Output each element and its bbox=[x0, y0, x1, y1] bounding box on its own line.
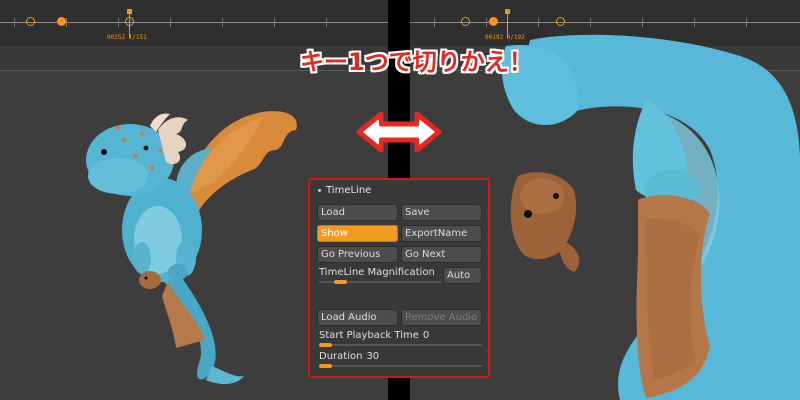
slider-value: 0 bbox=[422, 330, 430, 341]
duration-slider[interactable]: Duration 30 bbox=[317, 351, 482, 368]
slider-label: Start Playback Time 0 bbox=[319, 330, 430, 341]
export-name-button[interactable]: ExportName bbox=[401, 225, 482, 242]
timeline-panel: TimeLine Load Save Show ExportName Go Pr… bbox=[308, 178, 490, 378]
timeline-magnification-slider[interactable]: TimeLine Magnification bbox=[317, 267, 441, 284]
panel-title[interactable]: TimeLine bbox=[326, 185, 371, 196]
collapse-icon[interactable] bbox=[318, 189, 321, 192]
slider-rail bbox=[319, 344, 482, 346]
go-previous-button[interactable]: Go Previous bbox=[317, 246, 398, 263]
slider-value: 30 bbox=[366, 351, 380, 362]
annotation-caption: キー1つで切りかえ！ bbox=[300, 48, 533, 76]
slider-label: Duration 30 bbox=[319, 351, 380, 362]
double-arrow-icon bbox=[356, 111, 442, 153]
start-playback-time-slider[interactable]: Start Playback Time 0 bbox=[317, 330, 482, 347]
slider-knob[interactable] bbox=[319, 343, 332, 347]
auto-button[interactable]: Auto bbox=[443, 267, 482, 284]
save-button[interactable]: Save bbox=[401, 204, 482, 221]
slider-rail bbox=[319, 365, 482, 367]
slider-label: TimeLine Magnification bbox=[319, 267, 435, 278]
slider-knob[interactable] bbox=[319, 364, 332, 368]
slider-knob[interactable] bbox=[334, 280, 347, 284]
load-audio-button[interactable]: Load Audio bbox=[317, 309, 398, 326]
show-button[interactable]: Show bbox=[317, 225, 398, 242]
load-button[interactable]: Load bbox=[317, 204, 398, 221]
remove-audio-button[interactable]: Remove Audio bbox=[401, 309, 482, 326]
go-next-button[interactable]: Go Next bbox=[401, 246, 482, 263]
